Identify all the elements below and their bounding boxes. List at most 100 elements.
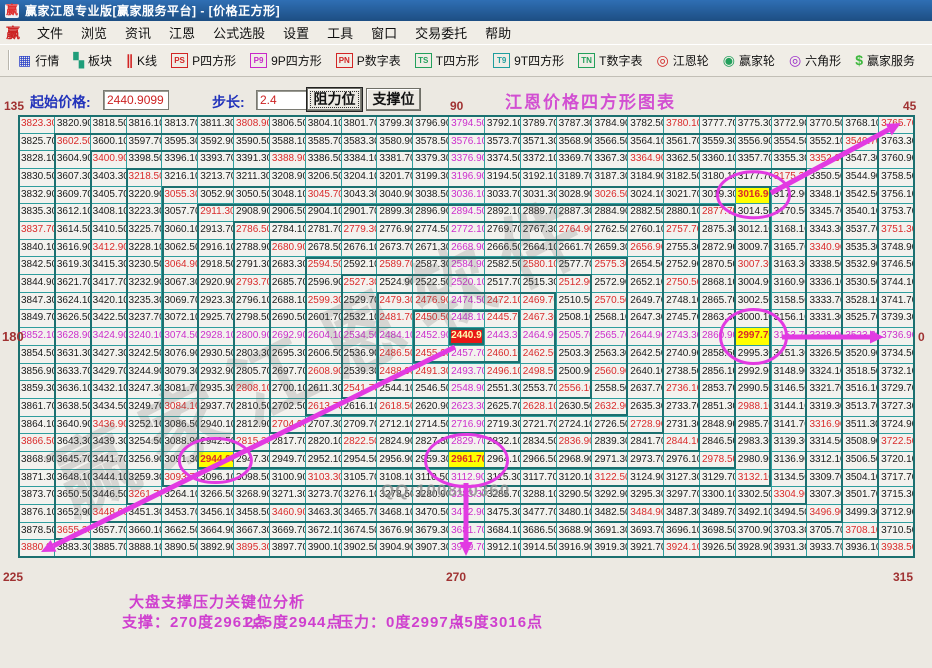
grid-cell[interactable]: 3266.50 [198,487,234,505]
grid-cell[interactable]: 3811.30 [198,116,234,134]
grid-cell[interactable]: 2971.30 [592,452,628,470]
grid-cell[interactable]: 3223.30 [127,204,163,222]
grid-cell[interactable]: 3103.30 [306,470,342,488]
grid-cell[interactable]: 3835.30 [19,204,55,222]
grid-cell[interactable]: 2899.30 [377,204,413,222]
grid-cell[interactable]: 2560.90 [592,364,628,382]
grid-cell[interactable]: 3818.50 [91,116,127,134]
grid-cell[interactable]: 2882.50 [628,204,664,222]
grid-cell[interactable]: 3268.90 [234,487,270,505]
grid-cell[interactable]: 3664.90 [198,523,234,541]
grid-cell[interactable]: 3002.50 [736,293,772,311]
grid-cell[interactable]: 2731.30 [664,417,700,435]
grid-cell[interactable]: 3583.30 [342,134,378,152]
grid-cell[interactable]: 2496.10 [485,364,521,382]
grid-cell[interactable]: 3273.70 [306,487,342,505]
grid-cell[interactable]: 3561.70 [664,134,700,152]
grid-cell[interactable]: 3350.50 [807,169,843,187]
grid-cell[interactable]: 3787.30 [557,116,593,134]
grid-cell[interactable]: 3676.90 [377,523,413,541]
grid-cell[interactable]: 2551.30 [485,381,521,399]
grid-cell[interactable]: 2877.70 [700,204,736,222]
grid-cell[interactable]: 3849.70 [19,310,55,328]
menu-item-4[interactable]: 公式选股 [204,26,274,41]
grid-cell[interactable]: 3050.50 [234,187,270,205]
toolbar-button-sectors[interactable]: ▚板块 [66,52,119,69]
grid-cell[interactable]: 2594.50 [306,257,342,275]
grid-cell[interactable]: 3506.50 [843,452,879,470]
grid-cell[interactable]: 3367.30 [592,151,628,169]
toolbar-button-winner-service[interactable]: $赢家服务 [848,52,922,69]
grid-cell[interactable]: 3132.10 [736,470,772,488]
grid-cell[interactable]: 3775.30 [736,116,772,134]
toolbar-button-winner-wheel[interactable]: ◉赢家轮 [716,52,782,69]
menu-item-0[interactable]: 文件 [28,26,72,41]
grid-cell[interactable]: 3364.90 [628,151,664,169]
grid-cell[interactable]: 3518.50 [843,364,879,382]
grid-cell[interactable]: 3468.10 [377,505,413,523]
grid-cell[interactable]: 2832.10 [485,434,521,452]
grid-cell[interactable]: 3151.30 [772,346,808,364]
grid-cell[interactable]: 2508.10 [557,310,593,328]
grid-cell[interactable]: 3314.50 [807,434,843,452]
grid-cell[interactable]: 2757.70 [664,222,700,240]
grid-cell[interactable]: 2836.90 [557,434,593,452]
grid-cell[interactable]: 2635.30 [628,399,664,417]
grid-cell[interactable]: 3292.90 [592,487,628,505]
grid-cell[interactable]: 2781.70 [306,222,342,240]
grid-cell[interactable]: 2620.90 [413,399,449,417]
grid-cell[interactable]: 2721.70 [521,417,557,435]
grid-cell[interactable]: 3134.50 [772,470,808,488]
grid-cell[interactable]: 2908.90 [234,204,270,222]
grid-cell[interactable]: 2985.70 [736,417,772,435]
grid-cell[interactable]: 2680.90 [270,240,306,258]
grid-cell[interactable]: 3072.10 [162,310,198,328]
grid-cell[interactable]: 3146.50 [772,381,808,399]
grid-cell[interactable]: 3026.50 [592,187,628,205]
grid-cell[interactable]: 3463.30 [306,505,342,523]
grid-cell[interactable]: 3662.50 [162,523,198,541]
grid-cell[interactable]: 3710.50 [879,523,915,541]
grid-cell[interactable]: 3048.10 [270,187,306,205]
grid-cell[interactable]: 3888.10 [127,540,163,558]
grid-cell[interactable]: 3580.90 [377,134,413,152]
grid-cell[interactable]: 3907.30 [413,540,449,558]
grid-cell[interactable]: 3069.70 [162,293,198,311]
grid-cell[interactable]: 2880.10 [664,204,700,222]
grid-cell[interactable]: 3744.10 [879,275,915,293]
grid-cell[interactable]: 3016.90 [736,187,772,205]
grid-cell[interactable]: 2572.90 [592,275,628,293]
grid-cell[interactable]: 3343.30 [807,222,843,240]
grid-cell[interactable]: 3472.90 [449,505,485,523]
grid-cell[interactable]: 3148.90 [772,364,808,382]
grid-cell[interactable]: 2556.10 [557,381,593,399]
grid-cell[interactable]: 2858.50 [700,346,736,364]
grid-cell[interactable]: 2829.70 [449,434,485,452]
grid-cell[interactable]: 3237.70 [127,310,163,328]
grid-cell[interactable]: 3921.70 [628,540,664,558]
grid-cell[interactable]: 2462.50 [521,346,557,364]
grid-cell[interactable]: 3516.10 [843,381,879,399]
grid-cell[interactable]: 3067.30 [162,275,198,293]
grid-cell[interactable]: 3300.10 [700,487,736,505]
grid-cell[interactable]: 2743.30 [664,328,700,346]
grid-cell[interactable]: 3213.70 [198,169,234,187]
grid-cell[interactable]: 3376.90 [449,151,485,169]
grid-cell[interactable]: 3559.30 [700,134,736,152]
grid-cell[interactable]: 3424.90 [91,328,127,346]
grid-cell[interactable]: 3360.10 [700,151,736,169]
grid-cell[interactable]: 3535.30 [843,240,879,258]
grid-cell[interactable]: 3861.70 [19,399,55,417]
grid-cell[interactable]: 3331.30 [807,310,843,328]
grid-cell[interactable]: 3057.70 [162,204,198,222]
grid-cell[interactable]: 3772.90 [772,116,808,134]
grid-cell[interactable]: 3789.70 [521,116,557,134]
grid-cell[interactable]: 3388.90 [270,151,306,169]
grid-cell[interactable]: 2510.50 [557,293,593,311]
grid-cell[interactable]: 3482.50 [592,505,628,523]
grid-cell[interactable]: 3847.30 [19,293,55,311]
grid-cell[interactable]: 3175.30 [772,169,808,187]
grid-cell[interactable]: 3127.30 [664,470,700,488]
grid-cell[interactable]: 3014.50 [736,204,772,222]
grid-cell[interactable]: 3696.10 [664,523,700,541]
